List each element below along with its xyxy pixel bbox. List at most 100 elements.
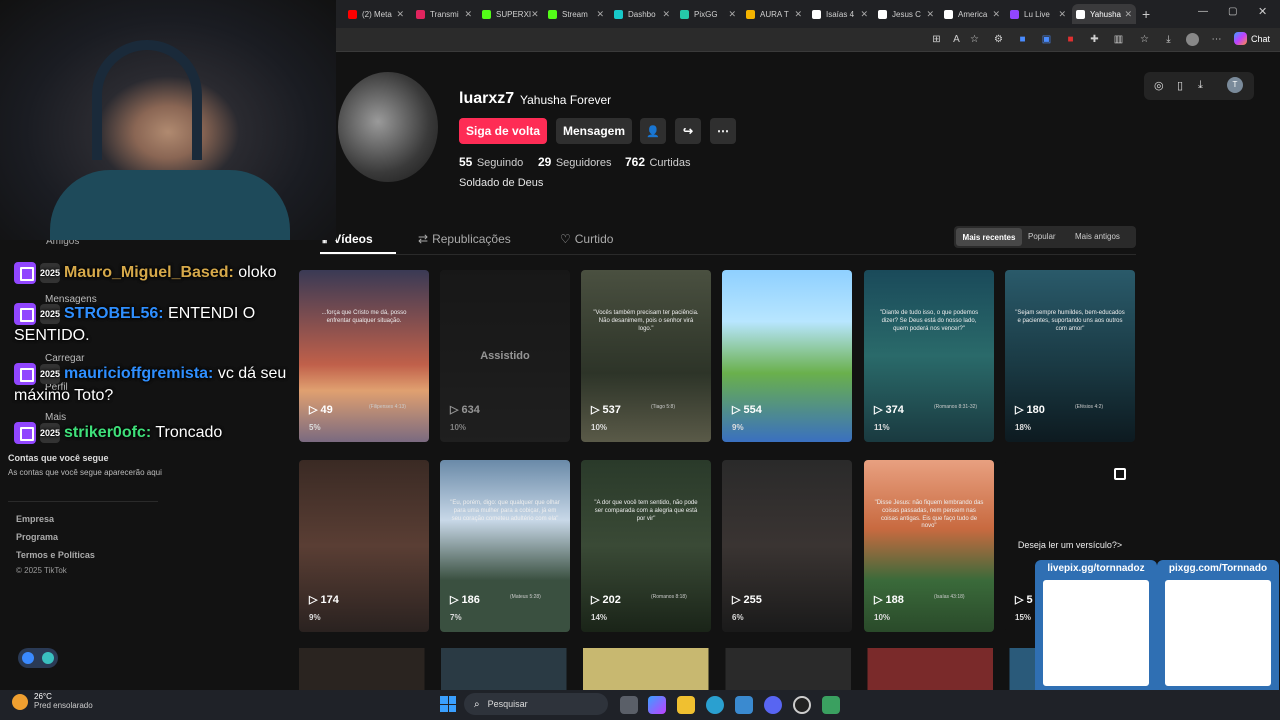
new-tab-button[interactable]: + xyxy=(1142,6,1150,22)
following-stat[interactable]: 55 Seguindo xyxy=(459,153,523,171)
sidebar-link-company[interactable]: Empresa xyxy=(16,514,54,524)
follow-back-button[interactable]: Siga de volta xyxy=(459,118,547,144)
browser-tab[interactable]: PixGG ✕ xyxy=(676,4,740,24)
avatar[interactable] xyxy=(1186,33,1199,46)
more-icon[interactable]: ⋯ xyxy=(1210,33,1223,46)
maximize-button[interactable]: ▢ xyxy=(1228,6,1237,17)
taskbar-search[interactable]: ⌕ Pesquisar xyxy=(464,693,608,715)
task-view-icon[interactable] xyxy=(620,696,638,714)
close-window-button[interactable]: ✕ xyxy=(1258,5,1267,18)
chat-message: 2025 STROBEL56: ENTENDI O SENTIDO. xyxy=(14,303,324,347)
puzzle-icon[interactable]: ✚ xyxy=(1088,33,1101,46)
close-tab-icon[interactable]: ✕ xyxy=(860,9,868,20)
tab-reposts-label: Republicações xyxy=(432,232,511,246)
video-card[interactable]: "Vocês também precisam ter paciência. Nã… xyxy=(581,270,711,442)
floating-widget[interactable] xyxy=(18,648,58,668)
browser-tab[interactable]: America ✕ xyxy=(940,4,1004,24)
more-options-button[interactable]: ⋯ xyxy=(710,118,736,144)
video-card[interactable]: Assistido ▷ 634 10% xyxy=(440,270,570,442)
browser-tab[interactable]: Lu Live ✕ xyxy=(1006,4,1070,24)
video-card[interactable]: ▷ 255 6% xyxy=(722,460,852,632)
browser-tab[interactable]: (2) Meta ✕ xyxy=(344,4,408,24)
video-card[interactable]: "Diante de tudo isso, o que podemos dize… xyxy=(864,270,994,442)
video-card[interactable]: ▷ 174 9% xyxy=(299,460,429,632)
close-tab-icon[interactable]: ✕ xyxy=(728,9,736,20)
download-icon[interactable]: ⤓ xyxy=(1162,33,1175,46)
browser-tab[interactable]: Stream ✕ xyxy=(544,4,608,24)
browser-tab[interactable]: Isaías 4 ✕ xyxy=(808,4,872,24)
device-icon[interactable]: ▯ xyxy=(1177,79,1183,92)
extension-icon[interactable]: ⚙ xyxy=(992,33,1005,46)
split-screen-icon[interactable]: ▥ xyxy=(1112,33,1125,46)
weather-widget[interactable]: 26°C Pred ensolarado xyxy=(12,692,93,711)
download-app-icon[interactable]: ⤓ xyxy=(1198,79,1203,92)
sort-popular[interactable]: Popular xyxy=(1028,232,1056,241)
user-avatar[interactable]: T xyxy=(1227,77,1243,93)
play-icon: ▷ xyxy=(1015,594,1024,606)
tab-reposts[interactable]: ⇄ Republicações xyxy=(418,232,511,246)
close-tab-icon[interactable]: ✕ xyxy=(1058,9,1066,20)
browser-tab[interactable]: Yahusha ✕ xyxy=(1072,4,1136,24)
copilot-icon[interactable] xyxy=(648,696,666,714)
donation-qr-box: pixgg.com/TornnadoFortaleça no donate e … xyxy=(1157,560,1279,710)
discord-icon[interactable] xyxy=(764,696,782,714)
sidebar-link-program[interactable]: Programa xyxy=(16,532,58,542)
start-button[interactable] xyxy=(440,696,456,712)
picture-in-picture-icon[interactable] xyxy=(1114,468,1126,480)
extension-icon[interactable]: ▣ xyxy=(1040,33,1053,46)
favorites-icon[interactable]: ☆ xyxy=(1138,33,1151,46)
coin-icon[interactable]: ◎ xyxy=(1154,79,1164,92)
sort-oldest[interactable]: Mais antigos xyxy=(1075,232,1120,241)
retention-percent: 18% xyxy=(1015,423,1032,432)
video-card[interactable]: "A dor que você tem sentido, não pode se… xyxy=(581,460,711,632)
close-tab-icon[interactable]: ✕ xyxy=(464,9,472,20)
copilot-icon xyxy=(1234,32,1247,45)
play-icon: ▷ xyxy=(450,594,459,606)
video-card[interactable]: "Sejam sempre humildes, bem-educados e p… xyxy=(1005,270,1135,442)
video-views: ▷ 537 xyxy=(591,403,621,417)
tab-label: Transmi xyxy=(430,9,459,19)
close-tab-icon[interactable]: ✕ xyxy=(794,9,802,20)
tab-favicon xyxy=(614,9,623,19)
video-card[interactable]: "Disse Jesus: não fiquem lembrando das c… xyxy=(864,460,994,632)
qr-title: pixgg.com/Tornnado xyxy=(1168,563,1268,574)
edge-icon[interactable] xyxy=(706,696,724,714)
browser-tab[interactable]: Transmi ✕ xyxy=(412,4,476,24)
add-friend-button[interactable]: 👤 xyxy=(640,118,666,144)
followers-stat[interactable]: 29 Seguidores xyxy=(538,153,611,171)
close-tab-icon[interactable]: ✕ xyxy=(926,9,934,20)
video-card[interactable]: ▷ 554 9% xyxy=(722,270,852,442)
browser-tab[interactable]: Jesus C ✕ xyxy=(874,4,938,24)
photos-icon[interactable] xyxy=(735,696,753,714)
year-badge: 2025 xyxy=(40,263,60,283)
obs-icon[interactable] xyxy=(793,696,811,714)
file-explorer-icon[interactable] xyxy=(677,696,695,714)
apps-icon[interactable]: ⊞ xyxy=(930,33,943,46)
browser-tab[interactable]: SUPERXI ✕ xyxy=(478,4,542,24)
extension-icon[interactable]: ■ xyxy=(1016,33,1029,46)
close-tab-icon[interactable]: ✕ xyxy=(662,9,670,20)
app-icon[interactable] xyxy=(822,696,840,714)
tab-liked[interactable]: ♡ Curtido xyxy=(560,232,613,246)
browser-tab[interactable]: AURA T ✕ xyxy=(742,4,806,24)
minimize-button[interactable]: — xyxy=(1198,6,1208,17)
favorite-star-icon[interactable]: ☆ xyxy=(968,33,981,46)
message-button[interactable]: Mensagem xyxy=(556,118,632,144)
close-tab-icon[interactable]: ✕ xyxy=(992,9,1000,20)
close-tab-icon[interactable]: ✕ xyxy=(596,9,604,20)
sidebar-link-terms[interactable]: Termos e Políticas xyxy=(16,550,95,560)
close-tab-icon[interactable]: ✕ xyxy=(1124,9,1132,20)
chat-username: Mauro_Miguel_Based: xyxy=(64,264,234,282)
close-tab-icon[interactable]: ✕ xyxy=(531,9,539,20)
play-icon: ▷ xyxy=(591,404,600,416)
sort-recent[interactable]: Mais recentes xyxy=(956,228,1022,246)
read-aloud-icon[interactable]: A xyxy=(950,33,963,46)
extension-icon[interactable]: ■ xyxy=(1064,33,1077,46)
video-card[interactable]: "Eu, porém, digo: que qualquer que olhar… xyxy=(440,460,570,632)
tab-favicon xyxy=(812,9,821,19)
video-card[interactable]: ...força que Cristo me dá, posso enfrent… xyxy=(299,270,429,442)
copilot-chat-button[interactable]: Chat xyxy=(1234,32,1270,45)
share-button[interactable]: ↪ xyxy=(675,118,701,144)
browser-tab[interactable]: Dashbo ✕ xyxy=(610,4,674,24)
close-tab-icon[interactable]: ✕ xyxy=(396,9,404,20)
